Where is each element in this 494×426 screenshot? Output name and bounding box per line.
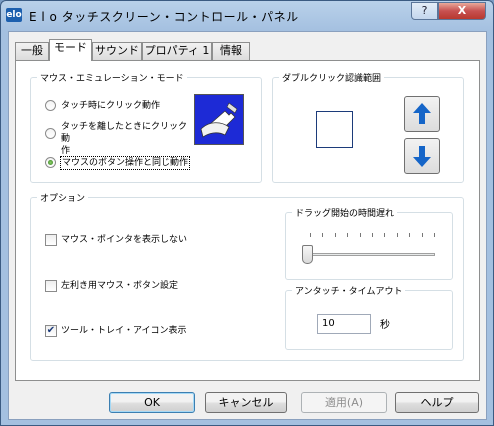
checkbox[interactable] (45, 280, 57, 292)
elo-logo: elo (6, 8, 22, 22)
checkbox[interactable] (45, 234, 57, 246)
double-click-area-preview (316, 111, 353, 148)
window-title: E l o タッチスクリーン・コントロール・パネル (29, 10, 299, 24)
help-title-button[interactable]: ? (411, 2, 438, 20)
tab-sound[interactable]: サウンド (92, 42, 142, 60)
tab-general[interactable]: 一般 (15, 42, 49, 60)
arrow-down-icon (413, 146, 431, 167)
slider-tick (409, 233, 411, 237)
radio-button[interactable] (45, 100, 56, 111)
slider-tick (421, 233, 423, 237)
double-click-group: ダブルクリック認識範囲 (272, 71, 464, 183)
tab-properties-1[interactable]: プロパティ 1 (142, 42, 212, 60)
timeout-unit-label: 秒 (380, 320, 390, 331)
cancel-button[interactable]: キャンセル (205, 392, 287, 413)
radio-selected-dot (48, 160, 53, 165)
untouch-timeout-title: アンタッチ・タイムアウト (292, 284, 406, 297)
mouse-mode-title: マウス・エミュレーション・モード (37, 71, 187, 84)
apply-button[interactable]: 適用(A) (301, 392, 387, 413)
arrow-up-icon (413, 103, 431, 124)
drag-delay-slider-thumb[interactable] (302, 245, 313, 264)
double-click-title: ダブルクリック認識範囲 (279, 71, 385, 84)
radio-button[interactable] (45, 157, 56, 168)
increase-range-button[interactable] (404, 96, 440, 132)
timeout-input[interactable]: 10 (317, 314, 371, 334)
slider-tick (359, 233, 361, 237)
drag-delay-group: ドラッグ開始の時間遅れ (285, 206, 453, 280)
checkbox-label: マウス・ポインタを表示しない (61, 235, 188, 245)
checkbox-label: 左利き用マウス・ボタン設定 (61, 281, 179, 291)
client-area: 一般 モード サウンド プロパティ 1 情報 マウス・エミュレーション・モード … (8, 31, 487, 420)
slider-tick (322, 233, 324, 237)
drag-delay-title: ドラッグ開始の時間遅れ (292, 206, 398, 219)
decrease-range-button[interactable] (404, 138, 440, 174)
checkbox[interactable]: ✔ (45, 325, 57, 337)
checkmark-icon: ✔ (46, 325, 56, 336)
slider-tick (334, 233, 336, 237)
slider-tick (347, 233, 349, 237)
options-title: オプション (37, 191, 89, 204)
slider-tick (310, 233, 311, 237)
radio-button[interactable] (45, 128, 56, 139)
slider-tick (372, 233, 373, 237)
checkbox-label: ツール・トレイ・アイコン表示 (61, 326, 187, 336)
slider-tick (384, 233, 386, 237)
mode-radio-click-on-release[interactable]: タッチを離したときにクリック動 作 (45, 121, 191, 156)
close-button[interactable]: X (438, 2, 486, 20)
slider-tick (396, 233, 398, 237)
tab-panel-mode: マウス・エミュレーション・モード タッチ時にクリック動作 タッチを離したときにク… (15, 60, 480, 381)
touch-hand-icon (194, 94, 244, 145)
mouse-mode-group: マウス・エミュレーション・モード タッチ時にクリック動作 タッチを離したときにク… (30, 71, 262, 183)
options-group: オプション マウス・ポインタを表示しない 左利き用マウス・ボタン設定 ✔ ツール… (30, 191, 464, 361)
tab-mode[interactable]: モード (49, 39, 92, 61)
slider-tick (434, 233, 435, 237)
tab-info[interactable]: 情報 (212, 42, 250, 60)
untouch-timeout-group: アンタッチ・タイムアウト 10 秒 (285, 284, 453, 350)
radio-label: マウスのボタン操作と同じ動作 (59, 156, 191, 170)
help-button[interactable]: ヘルプ (395, 392, 479, 413)
radio-label: タッチを離したときにクリック動 作 (61, 122, 188, 156)
radio-label: タッチ時にクリック動作 (61, 101, 161, 111)
title-bar[interactable]: elo E l o タッチスクリーン・コントロール・パネル ? X (1, 1, 494, 31)
drag-delay-slider-track[interactable] (309, 253, 435, 256)
ok-button[interactable]: OK (109, 392, 195, 413)
dialog-window: elo E l o タッチスクリーン・コントロール・パネル ? X 一般 モード… (0, 0, 494, 426)
